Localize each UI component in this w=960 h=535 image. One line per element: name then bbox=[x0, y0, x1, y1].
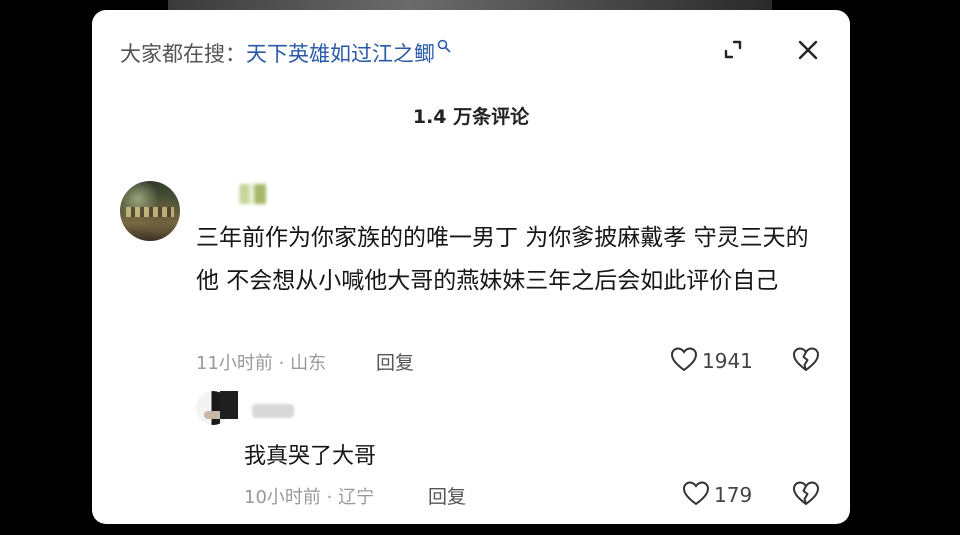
reply-like-count: 179 bbox=[714, 483, 753, 507]
dislike-button[interactable] bbox=[792, 346, 820, 376]
heart-icon bbox=[682, 480, 710, 510]
reply-text: 我真哭了大哥 bbox=[244, 444, 377, 469]
search-suggestion[interactable]: 大家都在搜： 天下英雄如过江之鲫 bbox=[120, 38, 451, 68]
comment-panel: 大家都在搜： 天下英雄如过江之鲫 1.4 万条评论 三年前作为你家族的的唯一男丁… bbox=[92, 10, 850, 524]
collapse-icon bbox=[723, 39, 745, 65]
broken-heart-icon bbox=[792, 347, 820, 376]
reply-like-button[interactable]: 179 bbox=[682, 480, 752, 510]
reply-dislike-button[interactable] bbox=[792, 480, 820, 510]
reply-avatar-overlay bbox=[220, 391, 238, 419]
heart-icon bbox=[670, 346, 698, 376]
reply-button[interactable]: 回复 bbox=[376, 348, 414, 375]
like-count: 1941 bbox=[702, 349, 753, 373]
comment-meta: 11小时前 · 山东 bbox=[196, 353, 327, 374]
close-button[interactable] bbox=[786, 30, 830, 74]
search-icon[interactable] bbox=[437, 34, 451, 53]
reply-meta: 10小时前 · 辽宁 bbox=[244, 487, 375, 508]
reply-reply-button[interactable]: 回复 bbox=[428, 482, 466, 509]
close-icon bbox=[797, 39, 819, 65]
like-button[interactable]: 1941 bbox=[670, 346, 753, 376]
search-term-link[interactable]: 天下英雄如过江之鲫 bbox=[246, 38, 435, 68]
username-blurred[interactable] bbox=[228, 184, 266, 204]
avatar[interactable] bbox=[120, 181, 180, 241]
comment-count-title: 1.4 万条评论 bbox=[412, 106, 530, 128]
search-prefix: 大家都在搜： bbox=[120, 42, 246, 66]
comment-text: 三年前作为你家族的的唯一男丁 为你爹披麻戴孝 守灵三天的他 不会想从小喊他大哥的… bbox=[196, 225, 809, 294]
collapse-button[interactable] bbox=[712, 30, 756, 74]
broken-heart-icon bbox=[792, 481, 820, 510]
reply-username-blurred[interactable] bbox=[252, 404, 294, 418]
